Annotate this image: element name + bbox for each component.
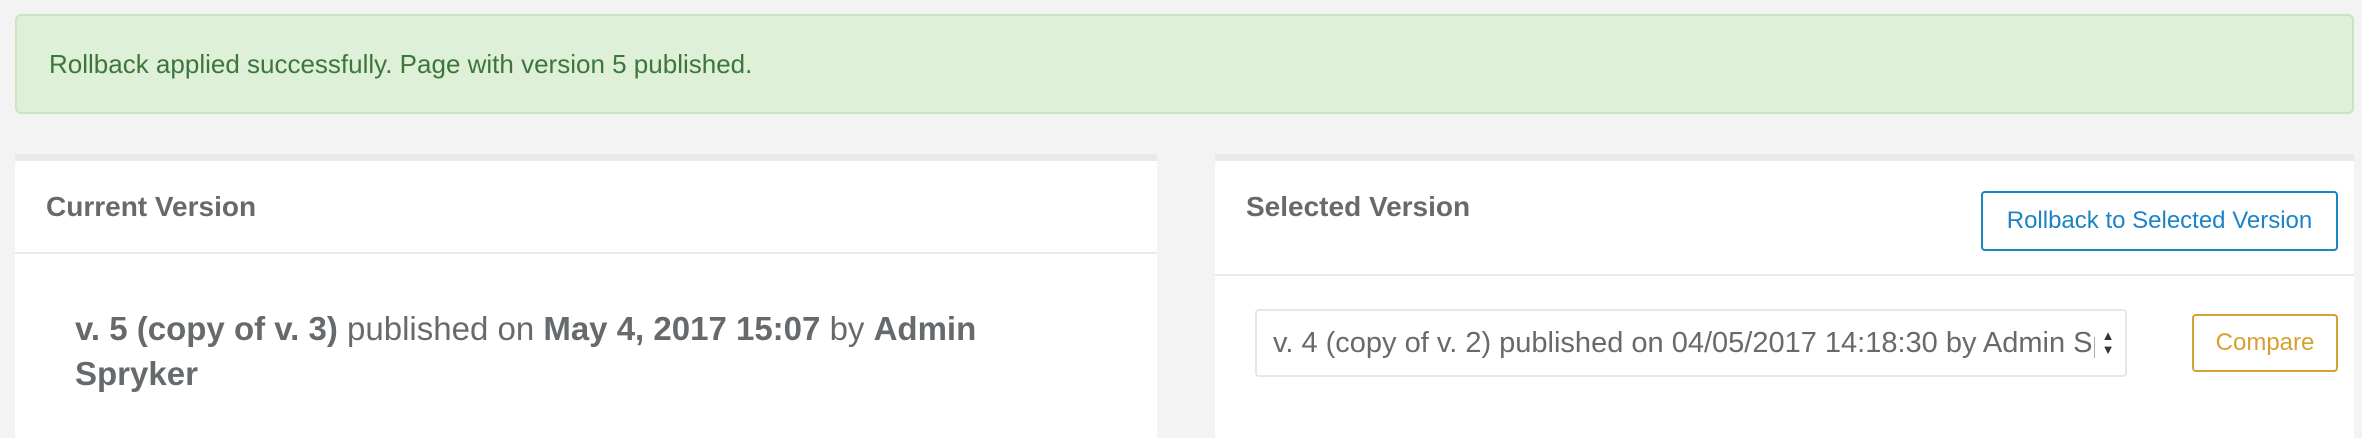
success-alert: Rollback applied successfully. Page with… xyxy=(15,14,2354,114)
by-text: by xyxy=(829,310,865,347)
version-select[interactable]: v. 4 (copy of v. 2) published on 04/05/2… xyxy=(1255,309,2127,377)
selected-version-title-text: Selected Version xyxy=(1246,190,1471,222)
select-arrows-icon: ▲ ▼ xyxy=(2101,328,2115,357)
selected-version-panel: Selected Version Rollback to Selected Ve… xyxy=(1215,154,2354,438)
alert-message: Rollback applied successfully. Page with… xyxy=(49,48,753,79)
current-version-number: v. 5 (copy of v. 3) xyxy=(75,310,338,347)
published-on-text: published on xyxy=(347,310,535,347)
compare-button[interactable]: Compare xyxy=(2192,314,2338,372)
current-version-date: May 4, 2017 15:07 xyxy=(543,310,821,347)
current-version-title: Current Version xyxy=(15,161,1157,254)
version-select-value: v. 4 (copy of v. 2) published on 04/05/2… xyxy=(1273,326,2095,359)
current-version-panel: Current Version v. 5 (copy of v. 3) publ… xyxy=(15,154,1157,438)
rollback-button[interactable]: Rollback to Selected Version xyxy=(1981,191,2338,251)
current-version-info: v. 5 (copy of v. 3) published on May 4, … xyxy=(15,254,1075,396)
